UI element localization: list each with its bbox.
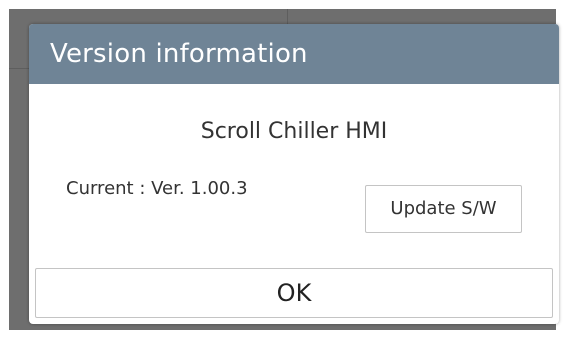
update-software-button[interactable]: Update S/W	[365, 185, 522, 233]
dialog-title: Version information	[50, 39, 308, 69]
current-version-row: Current : Ver. 1.00.3	[66, 177, 248, 201]
current-version-value: Ver. 1.00.3	[151, 178, 248, 199]
ok-button[interactable]: OK	[35, 268, 553, 318]
current-version-label: Current	[66, 178, 134, 199]
dialog-header: Version information	[29, 24, 559, 84]
app-name: Scroll Chiller HMI	[200, 119, 388, 144]
version-info-dialog: Version information Scroll Chiller HMI C…	[29, 24, 559, 324]
version-separator: :	[133, 178, 152, 199]
